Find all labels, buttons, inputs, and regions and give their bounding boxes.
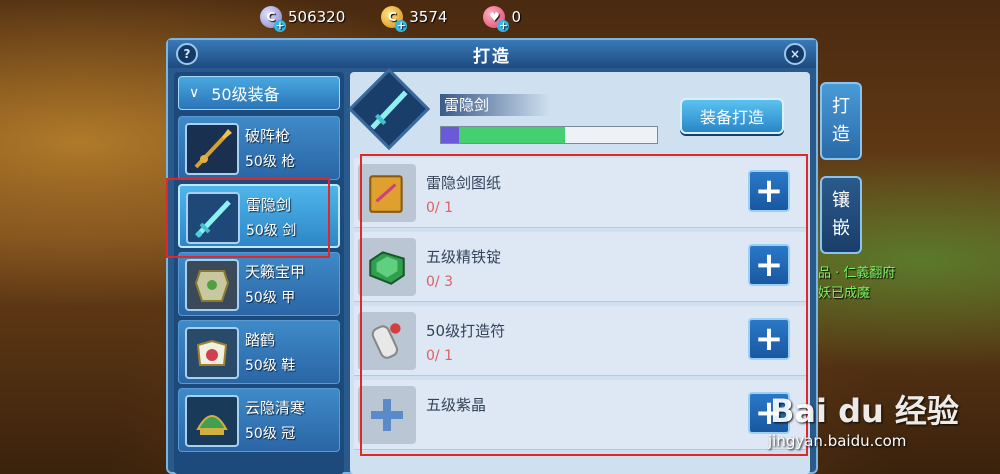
forge-equipment-button[interactable]: 装备打造 [680, 98, 784, 134]
blueprint-icon [358, 164, 416, 222]
category-dropdown[interactable]: ∨ 50级装备 [178, 76, 340, 110]
tab-forge-label-top: 打 [832, 96, 850, 117]
material-name: 50级打造符 [426, 322, 506, 340]
background-text-line1: 品 · 仁義翻府 [818, 266, 896, 281]
material-row: 五级紫晶 + [354, 380, 806, 450]
helmet-icon [185, 395, 239, 447]
material-count: 0/ 3 [426, 274, 453, 290]
silver-currency[interactable]: C + 506320 [260, 6, 346, 32]
quality-bar-green [459, 127, 565, 143]
iron-ingot-icon [358, 238, 416, 296]
silver-coin-icon: C + [260, 6, 286, 32]
forge-panel: ? 打造 × ∨ 50级装备 破阵枪 50级 枪 雷隐剑 50级 剑 天籁宝甲 … [166, 38, 818, 474]
item-name: 天籁宝甲 [245, 263, 306, 281]
add-material-button[interactable]: + [748, 244, 790, 286]
currency-bar: C + 506320 C + 3574 ♥ + 0 [260, 0, 557, 34]
material-row: 五级精铁锭 0/ 3 + [354, 232, 806, 302]
heart-icon: ♥ + [483, 6, 510, 32]
item-level: 50级 甲 [245, 290, 296, 306]
gold-amount: 3574 [409, 8, 448, 26]
quality-bar [440, 126, 658, 144]
list-item-selected[interactable]: 雷隐剑 50级 剑 [178, 184, 340, 248]
tab-forge-label-bottom: 造 [832, 124, 850, 145]
quality-bar-purple [441, 127, 459, 143]
item-level: 50级 鞋 [245, 358, 296, 374]
material-count: 0/ 1 [426, 348, 453, 364]
sword-icon [186, 192, 240, 244]
material-name: 五级紫晶 [426, 396, 487, 414]
tab-inlay-label-top: 镶 [832, 190, 850, 211]
tab-forge[interactable]: 打 造 [820, 82, 862, 160]
list-item[interactable]: 天籁宝甲 50级 甲 [178, 252, 340, 316]
sword-icon [366, 86, 412, 132]
gold-currency[interactable]: C + 3574 [381, 6, 448, 32]
title-bar: ? 打造 × [168, 40, 816, 68]
material-row: 雷隐剑图纸 0/ 1 + [354, 158, 806, 228]
background-text-line2: 妖已成魔 [818, 286, 871, 301]
equipment-list: ∨ 50级装备 破阵枪 50级 枪 雷隐剑 50级 剑 天籁宝甲 50级 甲 踏… [174, 72, 344, 474]
watermark-brand: Bai du 经验 [770, 392, 959, 430]
item-name: 踏鹤 [245, 331, 276, 349]
plus-placeholder-icon [358, 386, 416, 444]
close-button[interactable]: × [784, 43, 806, 65]
item-name: 破阵枪 [245, 127, 291, 145]
material-row: 50级打造符 0/ 1 + [354, 306, 806, 376]
help-button[interactable]: ? [176, 43, 198, 65]
panel-title: 打造 [473, 46, 511, 67]
item-level: 50级 冠 [245, 426, 296, 442]
shoes-icon [185, 327, 239, 379]
forge-detail: 雷隐剑 装备打造 雷隐剑图纸 0/ 1 + 五级精铁锭 0/ 3 + 50级打造… [347, 67, 810, 474]
item-name: 雷隐剑 [246, 196, 292, 214]
material-name: 雷隐剑图纸 [426, 174, 502, 192]
material-count: 0/ 1 [426, 200, 453, 216]
heart-amount: 0 [511, 8, 521, 26]
item-name: 云隐清寒 [245, 399, 306, 417]
category-label: 50级装备 [211, 85, 280, 104]
list-item[interactable]: 踏鹤 50级 鞋 [178, 320, 340, 384]
item-level: 50级 枪 [245, 154, 296, 170]
chevron-down-icon: ∨ [189, 85, 200, 101]
material-name: 五级精铁锭 [426, 248, 502, 266]
tab-inlay[interactable]: 镶 嵌 [820, 176, 862, 254]
silver-amount: 506320 [288, 8, 346, 26]
item-level: 50级 剑 [246, 223, 297, 239]
watermark-url: jingyan.baidu.com [768, 432, 907, 450]
selected-item-header: 雷隐剑 装备打造 [347, 67, 810, 156]
add-material-button[interactable]: + [748, 318, 790, 360]
list-item[interactable]: 破阵枪 50级 枪 [178, 116, 340, 180]
spear-icon [185, 123, 239, 175]
scroll-icon [358, 312, 416, 370]
add-material-button[interactable]: + [748, 170, 790, 212]
list-item[interactable]: 云隐清寒 50级 冠 [178, 388, 340, 452]
heart-currency[interactable]: ♥ + 0 [483, 6, 521, 32]
selected-item-name: 雷隐剑 [440, 94, 550, 116]
tab-inlay-label-bottom: 嵌 [832, 218, 850, 239]
gold-coin-icon: C + [381, 6, 408, 32]
armor-icon [185, 259, 239, 311]
